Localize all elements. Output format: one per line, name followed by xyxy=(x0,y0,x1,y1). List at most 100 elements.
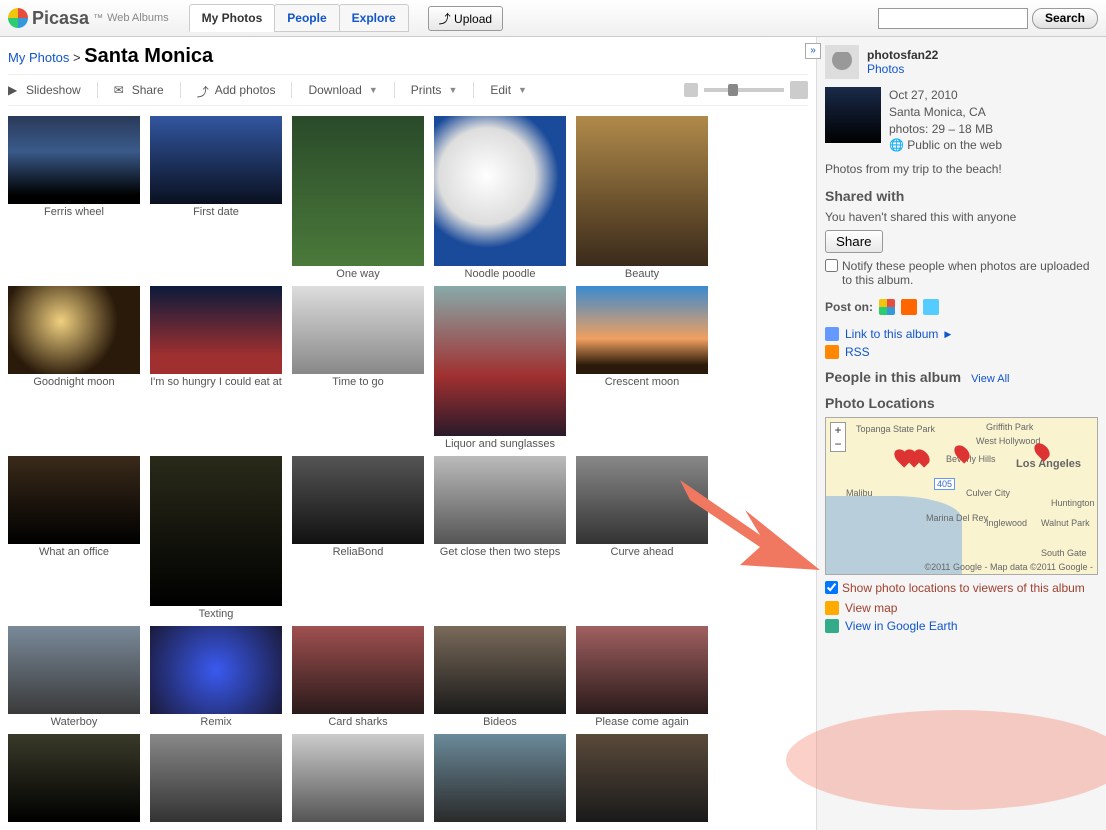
album-thumbnail[interactable] xyxy=(825,87,881,143)
photo-thumbnail[interactable]: Ferris wheel xyxy=(8,116,140,280)
thumbnail-caption: Texting xyxy=(150,606,282,620)
map-color-icon xyxy=(825,601,839,615)
photo-thumbnail[interactable]: One way xyxy=(292,116,424,280)
thumbnail-image[interactable] xyxy=(8,116,140,204)
thumbnail-image[interactable] xyxy=(434,626,566,714)
photo-thumbnail[interactable]: Goodnight moon xyxy=(8,286,140,450)
thumbnail-caption: Time to go xyxy=(292,374,424,388)
thumbnail-image[interactable] xyxy=(8,734,140,822)
album-stats: photos: 29 – 18 MB xyxy=(889,121,1002,138)
map-zoom-out[interactable]: − xyxy=(831,437,845,451)
thumbnail-image[interactable] xyxy=(576,734,708,822)
username: photosfan22 xyxy=(867,48,938,62)
thumbnail-image[interactable] xyxy=(150,286,282,374)
share-button[interactable]: ✉ Share xyxy=(114,83,164,97)
photo-thumbnail[interactable]: Time to go xyxy=(292,286,424,450)
photo-thumbnail[interactable]: Get close then two steps xyxy=(434,456,566,620)
rss-link[interactable]: RSS xyxy=(845,345,870,359)
photos-link[interactable]: Photos xyxy=(867,62,904,76)
view-earth-link[interactable]: View in Google Earth xyxy=(845,619,958,633)
add-photos-label: Add photos xyxy=(215,83,276,97)
map-label: Inglewood xyxy=(986,518,1027,528)
search-input[interactable] xyxy=(878,8,1028,29)
person-icon xyxy=(832,52,852,72)
photo-thumbnail[interactable]: Remix xyxy=(150,626,282,728)
photo-thumbnail[interactable] xyxy=(576,734,708,824)
thumbnail-caption: Bideos xyxy=(434,714,566,728)
blogger-icon[interactable] xyxy=(901,299,917,315)
thumbnail-image[interactable] xyxy=(150,456,282,606)
photo-thumbnail[interactable] xyxy=(8,734,140,824)
thumbnail-image[interactable] xyxy=(434,116,566,266)
link-to-album[interactable]: Link to this album xyxy=(845,327,938,341)
photo-thumbnail[interactable]: Beauty xyxy=(576,116,708,280)
thumbnail-image[interactable] xyxy=(292,456,424,544)
tab-explore[interactable]: Explore xyxy=(339,4,409,32)
photo-thumbnail[interactable]: Waterboy xyxy=(8,626,140,728)
tab-people[interactable]: People xyxy=(274,4,339,32)
slider-thumb[interactable] xyxy=(728,84,738,96)
upload-button[interactable]: ⤴ Upload xyxy=(428,6,503,31)
envelope-icon: ✉ xyxy=(114,83,128,97)
photo-thumbnail[interactable]: Crescent moon xyxy=(576,286,708,450)
map-zoom-controls[interactable]: + − xyxy=(830,422,846,452)
photo-thumbnail[interactable] xyxy=(150,734,282,824)
sidebar-toggle[interactable]: » xyxy=(805,43,821,59)
thumbnail-image[interactable] xyxy=(434,456,566,544)
thumb-large-icon xyxy=(790,81,808,99)
view-all-link[interactable]: View All xyxy=(971,373,1009,385)
photo-thumbnail[interactable] xyxy=(434,734,566,824)
thumbnail-image[interactable] xyxy=(8,286,140,374)
thumbnail-image[interactable] xyxy=(434,734,566,822)
photo-thumbnail[interactable]: I'm so hungry I could eat at xyxy=(150,286,282,450)
thumbnail-image[interactable] xyxy=(8,456,140,544)
post-on-label: Post on: xyxy=(825,300,873,314)
breadcrumb-root[interactable]: My Photos xyxy=(8,50,69,65)
slider-track[interactable] xyxy=(704,88,784,92)
thumbnail-image[interactable] xyxy=(576,116,708,266)
slideshow-button[interactable]: ▶ Slideshow xyxy=(8,83,81,97)
thumbnail-image[interactable] xyxy=(150,116,282,204)
map-zoom-in[interactable]: + xyxy=(831,423,845,437)
thumbnail-image[interactable] xyxy=(576,626,708,714)
thumbnail-image[interactable] xyxy=(292,116,424,266)
slideshow-icon: ▶ xyxy=(8,83,22,97)
photo-thumbnail[interactable]: First date xyxy=(150,116,282,280)
zoom-slider[interactable] xyxy=(684,81,808,99)
thumbnail-image[interactable] xyxy=(292,734,424,822)
thumbnail-image[interactable] xyxy=(150,626,282,714)
photo-thumbnail[interactable]: Please come again xyxy=(576,626,708,728)
logo[interactable]: Picasa ™ Web Albums xyxy=(8,8,169,29)
photo-thumbnail[interactable]: ReliaBond xyxy=(292,456,424,620)
people-heading: People in this album xyxy=(825,369,961,385)
thumbnail-image[interactable] xyxy=(576,286,708,374)
photo-thumbnail[interactable]: Noodle poodle xyxy=(434,116,566,280)
prints-dropdown[interactable]: Prints ▼ xyxy=(411,83,458,97)
photo-thumbnail[interactable]: Bideos xyxy=(434,626,566,728)
thumbnail-image[interactable] xyxy=(150,734,282,822)
thumbnail-image[interactable] xyxy=(292,286,424,374)
edit-dropdown[interactable]: Edit ▼ xyxy=(490,83,527,97)
photo-thumbnail[interactable]: What an office xyxy=(8,456,140,620)
photo-thumbnail[interactable]: Card sharks xyxy=(292,626,424,728)
photo-thumbnail[interactable]: Texting xyxy=(150,456,282,620)
view-map-link[interactable]: View map xyxy=(845,601,897,615)
share-button-sidebar[interactable]: Share xyxy=(825,230,883,253)
show-locations-checkbox[interactable] xyxy=(825,581,838,594)
tab-my-photos[interactable]: My Photos xyxy=(189,4,276,32)
download-dropdown[interactable]: Download ▼ xyxy=(308,83,377,97)
photo-thumbnail[interactable]: Liquor and sunglasses xyxy=(434,286,566,450)
buzz-icon[interactable] xyxy=(879,299,895,315)
annotation-highlight xyxy=(786,710,1106,810)
rss-icon xyxy=(825,345,839,359)
twitter-icon[interactable] xyxy=(923,299,939,315)
notify-checkbox[interactable] xyxy=(825,259,838,272)
add-photos-button[interactable]: ⤴ Add photos xyxy=(197,83,276,97)
location-map[interactable]: + − Topanga State Park Griffith Park Wes… xyxy=(825,417,1098,575)
thumbnail-image[interactable] xyxy=(292,626,424,714)
photo-thumbnail[interactable] xyxy=(292,734,424,824)
thumbnail-image[interactable] xyxy=(434,286,566,436)
thumbnail-image[interactable] xyxy=(8,626,140,714)
search-button[interactable]: Search xyxy=(1032,8,1098,29)
avatar[interactable] xyxy=(825,45,859,79)
